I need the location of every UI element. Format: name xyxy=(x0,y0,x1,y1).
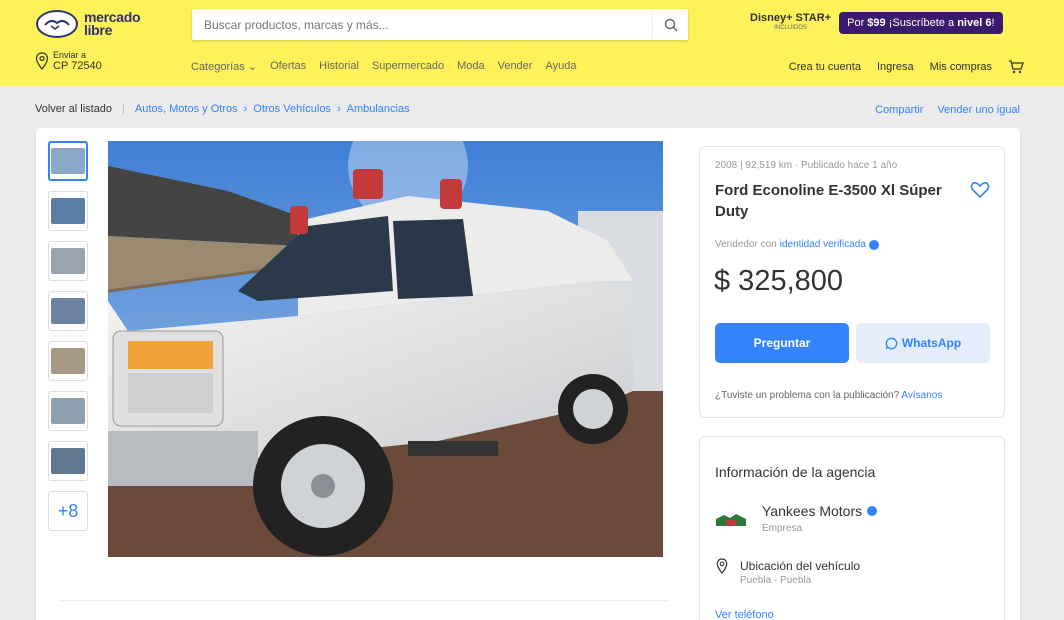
thumbnail-image xyxy=(51,348,85,374)
report-problem-text: ¿Tuviste un problema con la publicación? xyxy=(715,390,902,401)
mercadolibre-logo[interactable]: mercado libre xyxy=(36,10,141,38)
verified-check-icon xyxy=(867,506,878,516)
delivery-location[interactable]: Enviar a CP 72540 xyxy=(35,50,102,72)
report-problem: ¿Tuviste un problema con la publicación?… xyxy=(715,390,942,401)
location-zip: CP 72540 xyxy=(53,60,102,72)
thumbnail[interactable] xyxy=(48,191,88,231)
vehicle-location-label: Ubicación del vehículo xyxy=(740,559,861,573)
whatsapp-button[interactable]: WhatsApp xyxy=(856,323,990,363)
agency-type: Empresa xyxy=(762,523,803,534)
thumbnail-list: +8 xyxy=(48,141,88,531)
agency-section-title: Información de la agencia xyxy=(715,464,876,480)
promo-text: ¡Suscríbete a xyxy=(885,17,958,29)
heart-icon[interactable] xyxy=(970,180,990,200)
thumbnail-image xyxy=(51,448,85,474)
listing-price: $ 325,800 xyxy=(714,265,844,297)
agency-name-text: Yankees Motors xyxy=(762,503,863,519)
login-link[interactable]: Ingresa xyxy=(877,61,914,73)
breadcrumb-divider: | xyxy=(122,103,125,115)
subscription-promo[interactable]: Disney+ STAR+ INCLUIDOS Por $99 ¡Suscríb… xyxy=(750,12,1003,34)
breadcrumb: Volver al listado | Autos, Motos y Otros… xyxy=(35,103,410,115)
thumbnail[interactable] xyxy=(48,391,88,431)
subscribe-button[interactable]: Por $99 ¡Suscríbete a nivel 6! xyxy=(839,12,1003,34)
search-bar xyxy=(192,9,688,40)
agency-logo xyxy=(716,512,746,526)
nav-ofertas[interactable]: Ofertas xyxy=(270,60,306,73)
report-problem-link[interactable]: Avísanos xyxy=(901,390,942,401)
sell-similar-link[interactable]: Vender uno igual xyxy=(937,104,1020,116)
nav-categorias[interactable]: Categorías ⌄ xyxy=(191,60,257,73)
ask-question-button[interactable]: Preguntar xyxy=(715,323,849,363)
more-photos-button[interactable]: +8 xyxy=(48,491,88,531)
nav-historial[interactable]: Historial xyxy=(319,60,359,73)
promo-prefix: Por xyxy=(847,17,868,29)
location-pin-icon xyxy=(716,558,728,574)
listing-meta: 2008 | 92,519 km · Publicado hace 1 año xyxy=(715,160,898,171)
thumbnail-image xyxy=(51,148,85,174)
thumbnail[interactable] xyxy=(48,341,88,381)
breadcrumb-item[interactable]: Ambulancias xyxy=(347,103,410,115)
view-phone-link[interactable]: Ver teléfono xyxy=(715,609,774,620)
nav-ayuda[interactable]: Ayuda xyxy=(545,60,576,73)
seller-verification: Vendedor con identidad verificada xyxy=(715,239,879,250)
breadcrumb-actions: Compartir Vender uno igual xyxy=(875,104,1020,116)
breadcrumb-separator: › xyxy=(336,103,341,115)
my-purchases-link[interactable]: Mis compras xyxy=(930,61,992,73)
main-nav: Categorías ⌄ Ofertas Historial Supermerc… xyxy=(191,60,576,73)
thumbnail[interactable] xyxy=(48,291,88,331)
whatsapp-label: WhatsApp xyxy=(901,336,962,350)
disney-sub: INCLUIDOS xyxy=(774,25,807,31)
nav-vender[interactable]: Vender xyxy=(498,60,533,73)
verified-check-icon xyxy=(868,239,879,250)
seller-verified-prefix: Vendedor con xyxy=(715,239,777,250)
back-to-list-link[interactable]: Volver al listado xyxy=(35,103,112,115)
create-account-link[interactable]: Crea tu cuenta xyxy=(789,61,861,73)
thumbnail-image xyxy=(51,198,85,224)
agency-name[interactable]: Yankees Motors xyxy=(762,503,878,519)
thumbnail-image xyxy=(51,398,85,424)
vehicle-location-city: Puebla - Puebla xyxy=(740,575,812,586)
breadcrumb-item[interactable]: Autos, Motos y Otros xyxy=(135,103,238,115)
main-vehicle-photo[interactable] xyxy=(108,141,663,557)
logo-text-line2: libre xyxy=(84,22,113,38)
thumbnail-image xyxy=(51,298,85,324)
promo-level: nivel 6 xyxy=(957,17,992,29)
search-icon[interactable] xyxy=(652,9,688,40)
nav-supermercado[interactable]: Supermercado xyxy=(372,60,444,73)
content-divider xyxy=(60,600,668,601)
breadcrumb-item[interactable]: Otros Vehículos xyxy=(253,103,331,115)
user-nav: Crea tu cuenta Ingresa Mis compras xyxy=(789,60,1024,74)
thumbnail[interactable] xyxy=(48,441,88,481)
breadcrumb-separator: › xyxy=(243,103,248,115)
share-link[interactable]: Compartir xyxy=(875,104,923,116)
nav-moda[interactable]: Moda xyxy=(457,60,485,73)
disney-star-logo: Disney+ STAR+ INCLUIDOS xyxy=(750,13,831,33)
thumbnail-image xyxy=(51,248,85,274)
thumbnail[interactable] xyxy=(48,141,88,181)
listing-title: Ford Econoline E-3500 Xl Súper Duty xyxy=(715,182,942,220)
whatsapp-icon xyxy=(885,337,898,349)
location-pin-icon xyxy=(35,52,49,70)
promo-price: $99 xyxy=(867,17,886,29)
cart-icon[interactable] xyxy=(1008,60,1024,74)
search-input[interactable] xyxy=(192,9,652,40)
promo-suffix: ! xyxy=(991,17,995,29)
handshake-icon xyxy=(36,10,78,38)
thumbnail[interactable] xyxy=(48,241,88,281)
verified-identity-link[interactable]: identidad verificada xyxy=(780,239,866,250)
